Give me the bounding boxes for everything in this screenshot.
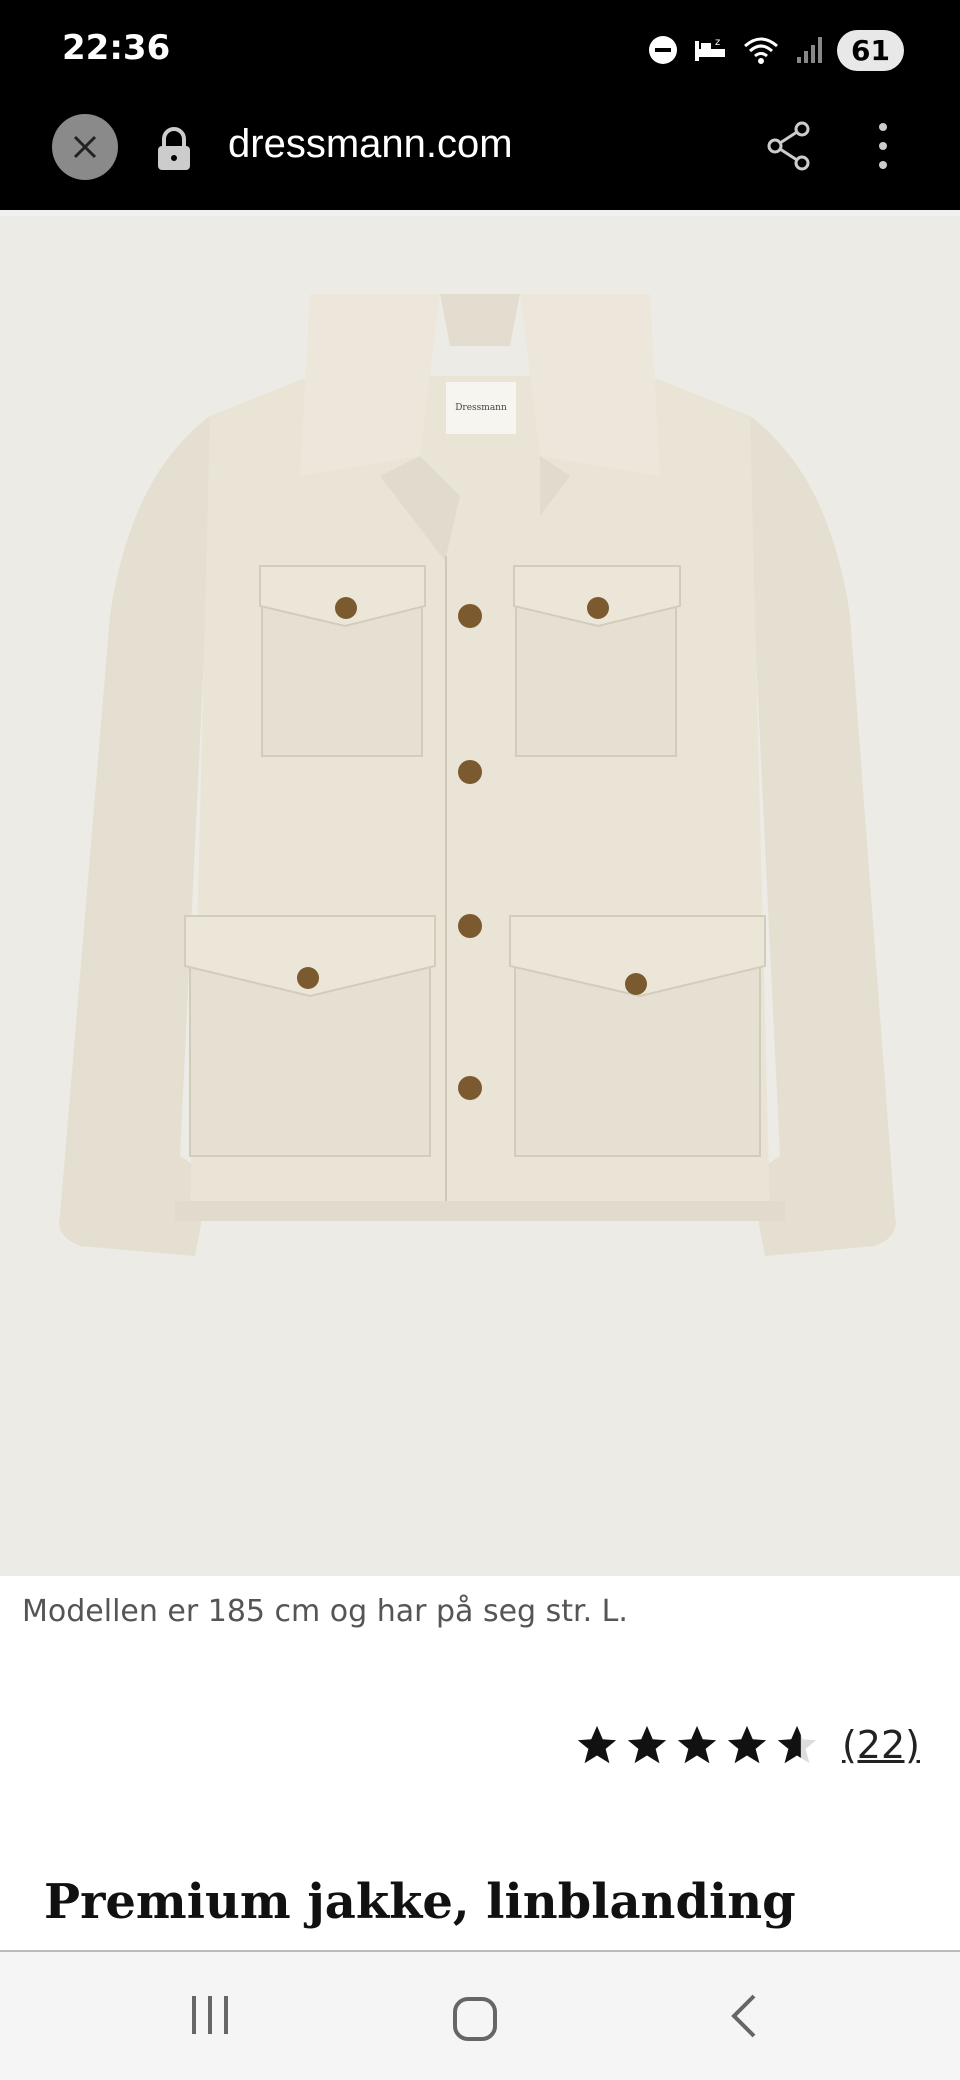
page-load-bar bbox=[0, 208, 960, 216]
status-time: 22:36 bbox=[62, 28, 171, 68]
star-icon bbox=[727, 1725, 767, 1764]
signal-icon bbox=[797, 37, 823, 63]
star-icon bbox=[627, 1725, 667, 1764]
close-icon bbox=[73, 135, 97, 159]
model-caption: Modellen er 185 cm og har på seg str. L. bbox=[22, 1594, 628, 1629]
product-image[interactable]: Dressmann bbox=[0, 216, 960, 1576]
lock-icon bbox=[158, 127, 190, 170]
system-nav-bar bbox=[0, 1950, 960, 2080]
dnd-icon bbox=[649, 36, 678, 64]
svg-text:Dressmann: Dressmann bbox=[455, 403, 507, 413]
svg-text:z: z bbox=[715, 37, 720, 48]
browser-toolbar: dressmann.com bbox=[0, 100, 960, 210]
status-bar: 22:36 z 61 bbox=[0, 0, 960, 100]
review-count-link[interactable]: (22) bbox=[842, 1723, 920, 1767]
half-star-icon bbox=[777, 1725, 817, 1764]
close-tab-button[interactable] bbox=[52, 114, 118, 180]
more-icon[interactable] bbox=[876, 120, 890, 172]
url-text[interactable]: dressmann.com bbox=[228, 122, 513, 167]
product-title: Premium jakke, linblanding bbox=[44, 1874, 796, 1930]
recent-apps-icon[interactable] bbox=[190, 1994, 230, 2036]
star-icon bbox=[577, 1725, 617, 1764]
wifi-icon bbox=[744, 37, 779, 64]
product-rating[interactable]: (22) bbox=[574, 1722, 920, 1768]
share-icon[interactable] bbox=[766, 120, 812, 172]
battery-icon: 61 bbox=[837, 29, 904, 71]
status-icons: z 61 bbox=[647, 28, 904, 72]
home-icon[interactable] bbox=[452, 1996, 498, 2042]
back-icon[interactable] bbox=[728, 1992, 758, 2040]
jacket-image: Dressmann bbox=[59, 294, 896, 1256]
sleep-icon: z bbox=[695, 37, 726, 61]
star-icon bbox=[677, 1725, 717, 1764]
